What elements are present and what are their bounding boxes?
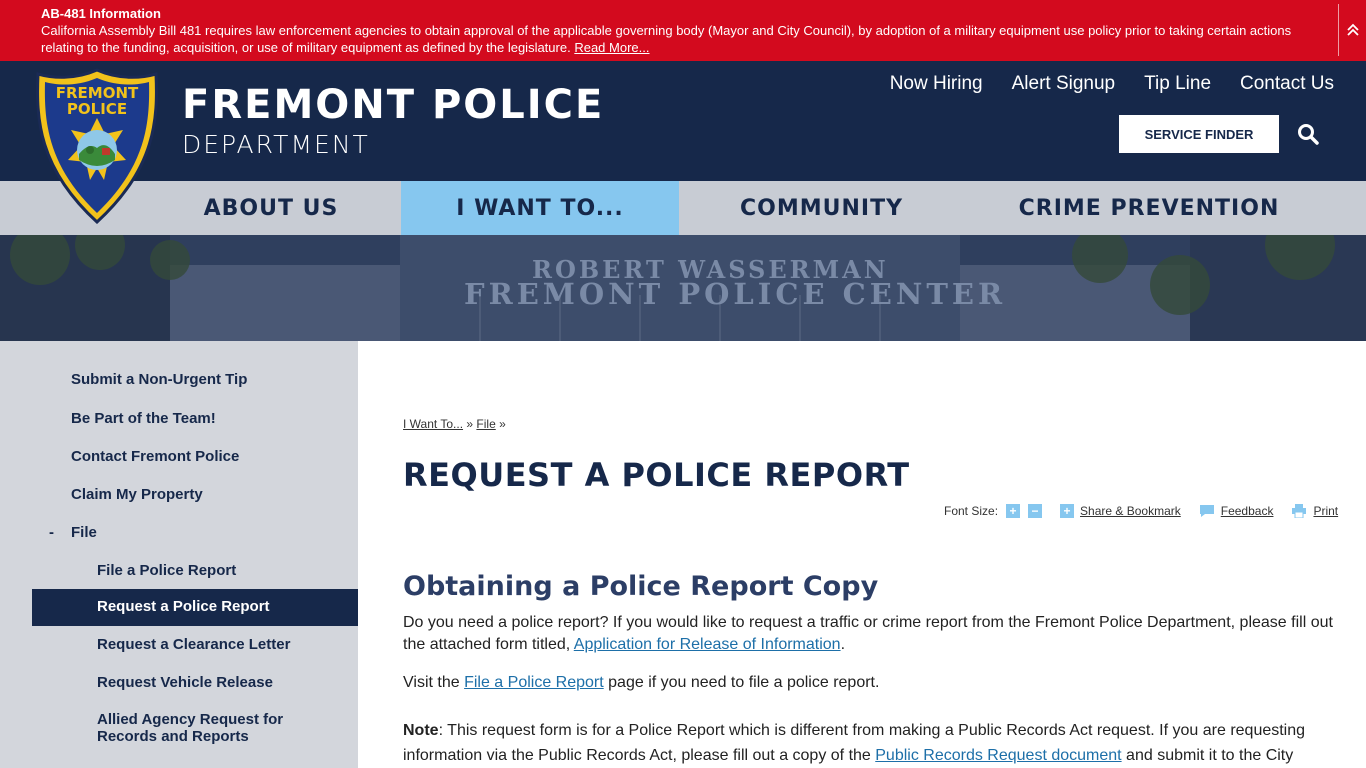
alert-collapse-button[interactable] (1338, 4, 1366, 56)
font-decrease-button[interactable]: − (1028, 504, 1043, 518)
nav-community[interactable]: COMMUNITY (679, 181, 964, 235)
share-plus-icon: + (1060, 504, 1075, 518)
alert-content: AB-481 Information California Assembly B… (41, 5, 1311, 56)
font-increase-button[interactable]: + (1006, 504, 1021, 518)
note-label: Note (403, 722, 439, 739)
share-bookmark-link[interactable]: Share & Bookmark (1080, 504, 1181, 518)
nav-crime-prevention[interactable]: CRIME PREVENTION (964, 181, 1334, 235)
chevron-up-icon (1346, 23, 1359, 36)
paragraph-2-pre: Visit the (403, 674, 465, 691)
util-nav-alert-signup[interactable]: Alert Signup (1012, 73, 1116, 95)
sidebar-item-be-part-of-team[interactable]: Be Part of the Team! (71, 410, 216, 427)
paragraph-1: Do you need a police report? If you woul… (403, 614, 1333, 653)
main-nav: ABOUT US I WANT TO... COMMUNITY CRIME PR… (0, 181, 1366, 235)
sidebar (0, 341, 358, 768)
utility-nav: Now Hiring Alert Signup Tip Line Contact… (890, 73, 1334, 95)
brand-subtitle[interactable]: DEPARTMENT (182, 130, 370, 159)
nav-about-us[interactable]: ABOUT US (141, 181, 401, 235)
alert-text: California Assembly Bill 481 requires la… (41, 22, 1311, 56)
breadcrumb-separator: » (499, 417, 506, 431)
read-more-link[interactable]: Read More... (574, 40, 649, 55)
page-title: REQUEST A POLICE REPORT (403, 456, 910, 494)
site-header: FREMONT POLICE DEPARTMENT Now Hiring Ale… (0, 61, 1366, 181)
feedback-icon (1199, 505, 1214, 517)
breadcrumb: I Want To... » File » (403, 417, 506, 431)
paragraph-3: Note: This request form is for a Police … (403, 718, 1333, 768)
brand-title[interactable]: FREMONT POLICE (182, 82, 604, 128)
application-release-link[interactable]: Application for Release of Information (574, 636, 841, 653)
sidebar-item-file[interactable]: File (71, 524, 97, 541)
breadcrumb-file[interactable]: File (476, 417, 495, 431)
breadcrumb-i-want-to[interactable]: I Want To... (403, 417, 463, 431)
nav-i-want-to[interactable]: I WANT TO... (401, 181, 679, 235)
banner-line-2: FREMONT POLICE CENTER (464, 277, 1007, 311)
paragraph-1-text: Do you need a police report? If you woul… (403, 614, 1333, 653)
paragraph-2-post: page if you need to file a police report… (603, 674, 880, 691)
print-icon (1292, 504, 1307, 518)
sidebar-item-claim-property[interactable]: Claim My Property (71, 486, 203, 503)
util-nav-tip-line[interactable]: Tip Line (1144, 73, 1211, 95)
sidebar-item-submit-tip[interactable]: Submit a Non-Urgent Tip (71, 371, 247, 388)
sidebar-subitem-label: Request a Police Report (97, 598, 270, 615)
hero-banner: ROBERT WASSERMAN FREMONT POLICE CENTER (0, 235, 1366, 341)
feedback-link[interactable]: Feedback (1221, 504, 1274, 518)
sidebar-item-contact-police[interactable]: Contact Fremont Police (71, 448, 239, 465)
util-nav-now-hiring[interactable]: Now Hiring (890, 73, 983, 95)
paragraph-2: Visit the File a Police Report page if y… (403, 672, 1333, 694)
svg-text:POLICE: POLICE (67, 100, 127, 118)
section-title: Obtaining a Police Report Copy (403, 571, 879, 602)
alert-title: AB-481 Information (41, 6, 161, 21)
alert-bar: AB-481 Information California Assembly B… (0, 0, 1366, 61)
font-size-label: Font Size: (944, 504, 999, 518)
search-button[interactable] (1296, 122, 1322, 148)
breadcrumb-separator: » (466, 417, 474, 431)
alert-message: California Assembly Bill 481 requires la… (41, 23, 1292, 55)
sidebar-file-toggle[interactable]: - (49, 524, 54, 541)
paragraph-3-post: and submit it to the City (1121, 747, 1294, 764)
sidebar-subitem-allied-agency[interactable]: Allied Agency Request for Records and Re… (97, 711, 347, 745)
search-icon (1298, 124, 1319, 145)
page-tools: Font Size: + − + Share & Bookmark Feedba… (944, 504, 1338, 518)
sidebar-subitem-clearance-letter[interactable]: Request a Clearance Letter (97, 636, 290, 653)
sidebar-subitem-vehicle-release[interactable]: Request Vehicle Release (97, 674, 273, 691)
util-nav-contact-us[interactable]: Contact Us (1240, 73, 1334, 95)
print-link[interactable]: Print (1313, 504, 1338, 518)
file-police-report-link[interactable]: File a Police Report (464, 674, 604, 691)
police-badge-logo[interactable]: FREMONT POLICE (34, 68, 160, 225)
service-finder-button[interactable]: SERVICE FINDER (1119, 115, 1279, 153)
sidebar-subitem-request-report[interactable]: Request a Police Report (32, 589, 358, 626)
public-records-link[interactable]: Public Records Request document (875, 747, 1121, 764)
sidebar-subitem-file-report[interactable]: File a Police Report (97, 562, 236, 579)
